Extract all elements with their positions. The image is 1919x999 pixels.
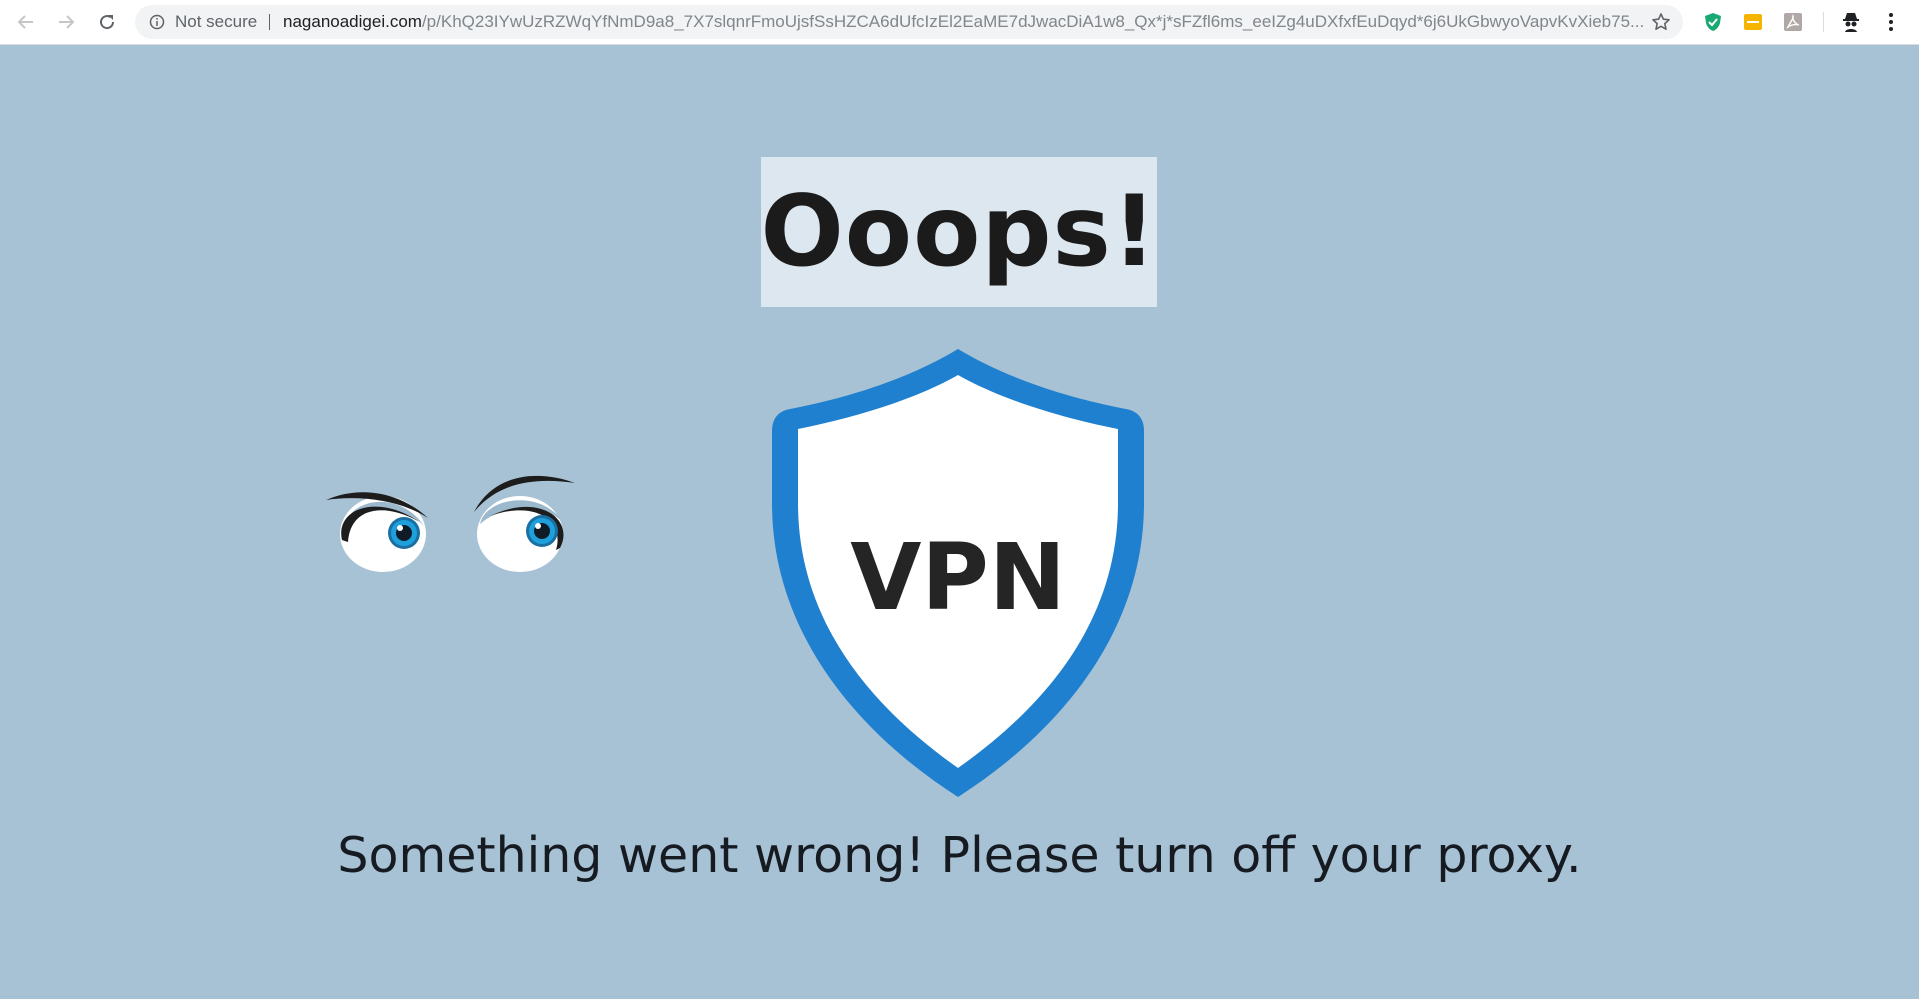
menu-button[interactable] bbox=[1880, 11, 1902, 33]
browser-toolbar: Not secure naganoadigei.com/p/KhQ23IYwUz… bbox=[0, 0, 1919, 45]
error-message: Something went wrong! Please turn off yo… bbox=[337, 827, 1582, 884]
incognito-avatar-icon bbox=[1843, 13, 1859, 32]
omnibox-separator bbox=[269, 14, 270, 30]
url-domain: naganoadigei.com bbox=[283, 12, 422, 31]
extension-button-pdf[interactable] bbox=[1782, 11, 1804, 33]
security-label[interactable]: Not secure bbox=[175, 5, 257, 39]
arrow-right-icon bbox=[59, 15, 75, 29]
reload-icon bbox=[100, 15, 115, 30]
kebab-menu-icon bbox=[1889, 13, 1893, 31]
page-content: Ooops! VPN Something went wrong! Please … bbox=[0, 45, 1919, 999]
yellow-ext-icon bbox=[1744, 14, 1762, 30]
arrow-left-icon bbox=[17, 15, 33, 29]
cartoon-eyes-icon bbox=[326, 475, 575, 572]
green-shield-icon bbox=[1705, 13, 1721, 31]
info-icon[interactable] bbox=[149, 14, 165, 30]
address-bar[interactable]: Not secure naganoadigei.com/p/KhQ23IYwUz… bbox=[135, 5, 1683, 39]
page-title: Ooops! bbox=[760, 175, 1158, 289]
forward-button[interactable] bbox=[52, 8, 80, 36]
reload-button[interactable] bbox=[93, 8, 121, 36]
url-path: /p/KhQ23IYwUzRZWqYfNmD9a8_7X7slqnrFmoUjs… bbox=[421, 12, 1645, 31]
back-button[interactable] bbox=[12, 8, 40, 36]
profile-button[interactable] bbox=[1840, 11, 1862, 33]
extension-button-yellow[interactable] bbox=[1742, 11, 1764, 33]
shield-label: VPN bbox=[850, 524, 1066, 631]
star-icon[interactable] bbox=[1651, 12, 1671, 32]
vpn-shield-icon: VPN bbox=[772, 349, 1144, 797]
pdf-icon bbox=[1784, 13, 1802, 31]
toolbar-divider bbox=[1823, 12, 1824, 32]
title-box: Ooops! bbox=[760, 157, 1158, 307]
extension-button-shield[interactable] bbox=[1702, 11, 1724, 33]
url-text[interactable]: naganoadigei.com/p/KhQ23IYwUzRZWqYfNmD9a… bbox=[283, 5, 1763, 39]
